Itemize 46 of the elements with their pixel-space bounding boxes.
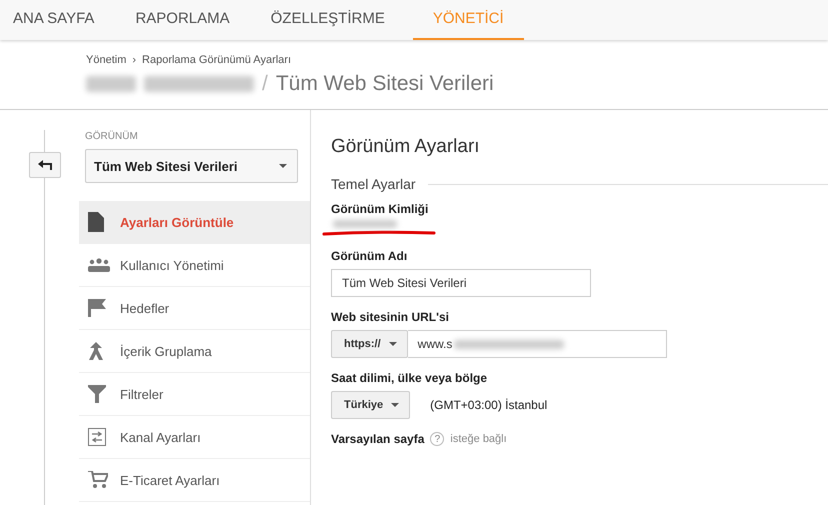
sidebar-item[interactable]: Kullanıcı Yönetimi — [79, 244, 310, 287]
sidebar-item[interactable]: İçerik Gruplama — [79, 330, 310, 373]
url-text: www.s — [418, 337, 452, 351]
merge-arrow-icon — [88, 342, 104, 360]
field-label: Görünüm Adı — [331, 249, 408, 263]
timezone-text: (GMT+03:00) İstanbul — [430, 398, 548, 412]
redacted-text — [333, 220, 397, 228]
view-label: GÖRÜNÜM — [85, 131, 139, 142]
back-button[interactable] — [29, 152, 61, 178]
sidebar-item[interactable]: Filtreler — [79, 373, 310, 416]
sidebar-item[interactable]: Hedefler — [79, 287, 310, 330]
nav-tab[interactable]: RAPORLAMA — [122, 0, 250, 40]
redacted-text — [86, 76, 136, 92]
breadcrumb-link[interactable]: Raporlama Görünümü Ayarları — [142, 54, 292, 66]
nav-tab[interactable]: ÖZELLEŞTİRME — [258, 0, 405, 40]
field-label: Varsayılan sayfa — [331, 432, 424, 446]
url-field[interactable]: www.s — [408, 330, 667, 358]
country-dropdown[interactable]: Türkiye — [331, 391, 410, 419]
title-separator: / — [262, 72, 268, 96]
document-icon — [88, 212, 104, 232]
caret-icon — [279, 164, 287, 168]
cart-icon — [88, 471, 108, 489]
view-name-field[interactable]: Tüm Web Sitesi Verileri — [331, 269, 591, 297]
view-dropdown[interactable]: Tüm Web Sitesi Verileri — [85, 149, 298, 183]
page-title: Tüm Web Sitesi Verileri — [276, 72, 494, 96]
breadcrumb-separator: › — [132, 54, 136, 66]
help-button[interactable]: ? — [430, 432, 444, 446]
caret-icon — [391, 403, 400, 407]
section-heading: Temel Ayarlar — [331, 176, 416, 192]
field-label: Görünüm Kimliği — [331, 202, 428, 216]
field-label: Saat dilimi, ülke veya bölge — [331, 371, 488, 385]
protocol-dropdown[interactable]: https:// — [331, 330, 408, 358]
field-label: Web sitesinin URL'si — [331, 310, 449, 324]
sidebar-item[interactable]: E-Ticaret Ayarları — [79, 459, 310, 502]
people-icon — [88, 258, 110, 272]
flag-icon — [88, 299, 106, 317]
caret-icon — [388, 342, 397, 346]
sidebar-item[interactable]: Kanal Ayarları — [79, 416, 310, 459]
nav-tab[interactable]: ANA SAYFA — [0, 0, 114, 40]
filter-icon — [88, 385, 106, 403]
sliders-icon — [88, 428, 106, 446]
optional-note: isteğe bağlı — [450, 433, 507, 445]
settings-title: Görünüm Ayarları — [331, 136, 481, 158]
back-arrow-icon — [38, 160, 52, 170]
breadcrumb-link[interactable]: Yönetim — [86, 54, 126, 66]
sidebar-item[interactable]: Ayarları Görüntüle — [79, 201, 310, 244]
